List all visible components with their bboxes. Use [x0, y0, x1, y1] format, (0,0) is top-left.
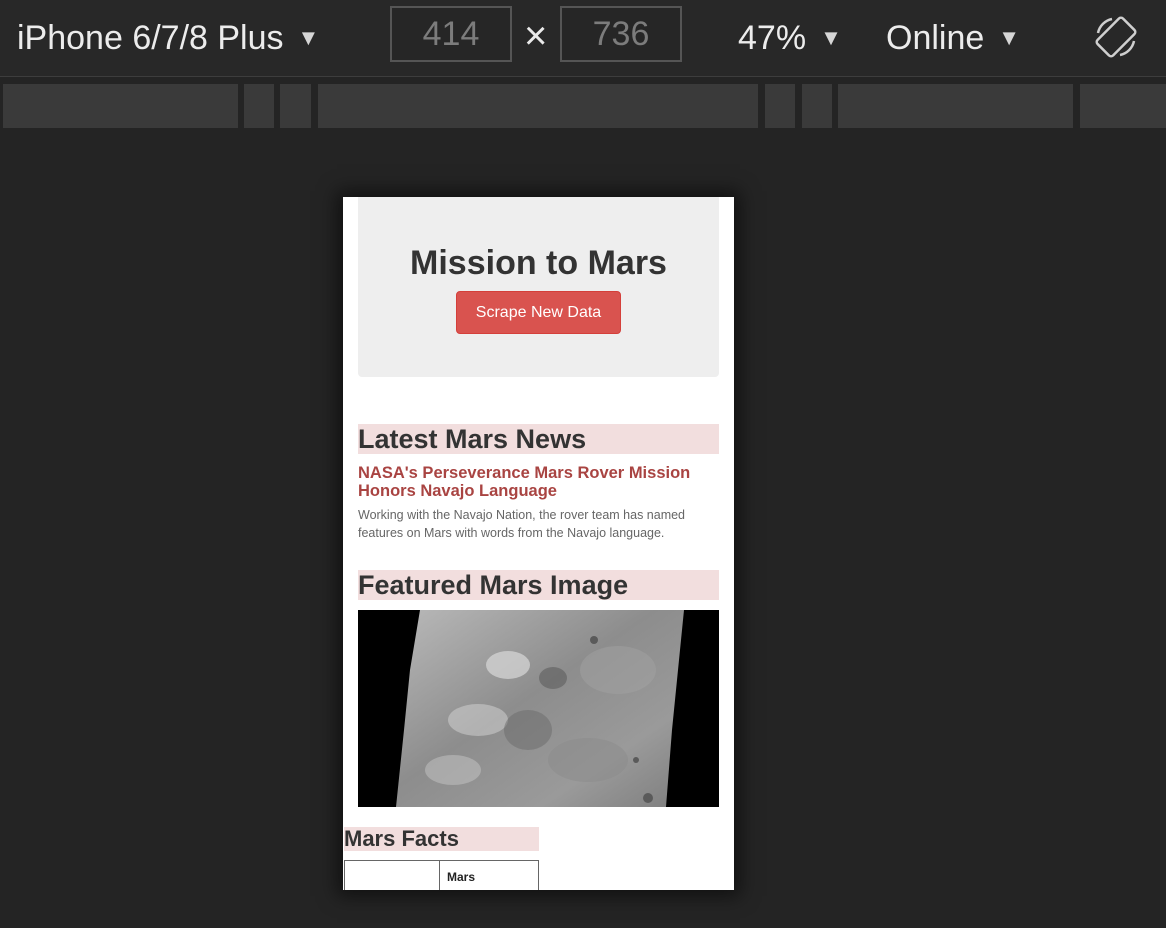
device-toolbar: iPhone 6/7/8 Plus ▼ 414 × 736 47% ▼ Onli…	[0, 0, 1166, 77]
featured-mars-image	[358, 610, 719, 807]
media-query-segment[interactable]	[318, 84, 758, 128]
chevron-down-icon: ▼	[820, 25, 842, 50]
media-query-segment[interactable]	[1080, 84, 1166, 128]
zoom-value: 47%	[738, 18, 807, 57]
table-row: Mars	[344, 860, 539, 890]
width-input[interactable]: 414	[390, 6, 512, 62]
scrape-button[interactable]: Scrape New Data	[456, 291, 621, 334]
media-query-segment[interactable]	[280, 84, 311, 128]
media-query-bar	[0, 84, 1166, 128]
page-title: Mission to Mars	[410, 244, 667, 282]
device-viewport: Mission to Mars Scrape New Data Latest M…	[343, 197, 734, 890]
device-name: iPhone 6/7/8 Plus	[17, 18, 284, 57]
facts-table: Mars	[344, 860, 539, 890]
media-query-segment[interactable]	[802, 84, 832, 128]
chevron-down-icon: ▼	[998, 25, 1021, 50]
table-header-cell: Mars	[439, 860, 539, 890]
media-query-segment[interactable]	[838, 84, 1073, 128]
times-icon: ×	[524, 14, 548, 58]
height-input[interactable]: 736	[560, 6, 682, 62]
news-heading: Latest Mars News	[358, 424, 719, 454]
news-paragraph: Working with the Navajo Nation, the rove…	[358, 508, 686, 540]
featured-image-heading: Featured Mars Image	[358, 570, 719, 600]
table-header-cell	[344, 860, 440, 890]
network-value: Online	[886, 18, 985, 57]
jumbotron: Mission to Mars Scrape New Data	[358, 197, 719, 377]
media-query-segment[interactable]	[3, 84, 238, 128]
network-throttle-selector[interactable]: Online ▼	[886, 0, 1020, 76]
media-query-segment[interactable]	[765, 84, 795, 128]
news-title: NASA's Perseverance Mars Rover Mission H…	[358, 464, 691, 500]
chevron-down-icon: ▼	[297, 25, 320, 50]
rotate-icon[interactable]	[1092, 13, 1140, 61]
device-selector[interactable]: iPhone 6/7/8 Plus ▼	[17, 0, 319, 76]
zoom-selector[interactable]: 47% ▼	[738, 0, 842, 76]
facts-heading: Mars Facts	[344, 827, 539, 851]
media-query-segment[interactable]	[244, 84, 274, 128]
